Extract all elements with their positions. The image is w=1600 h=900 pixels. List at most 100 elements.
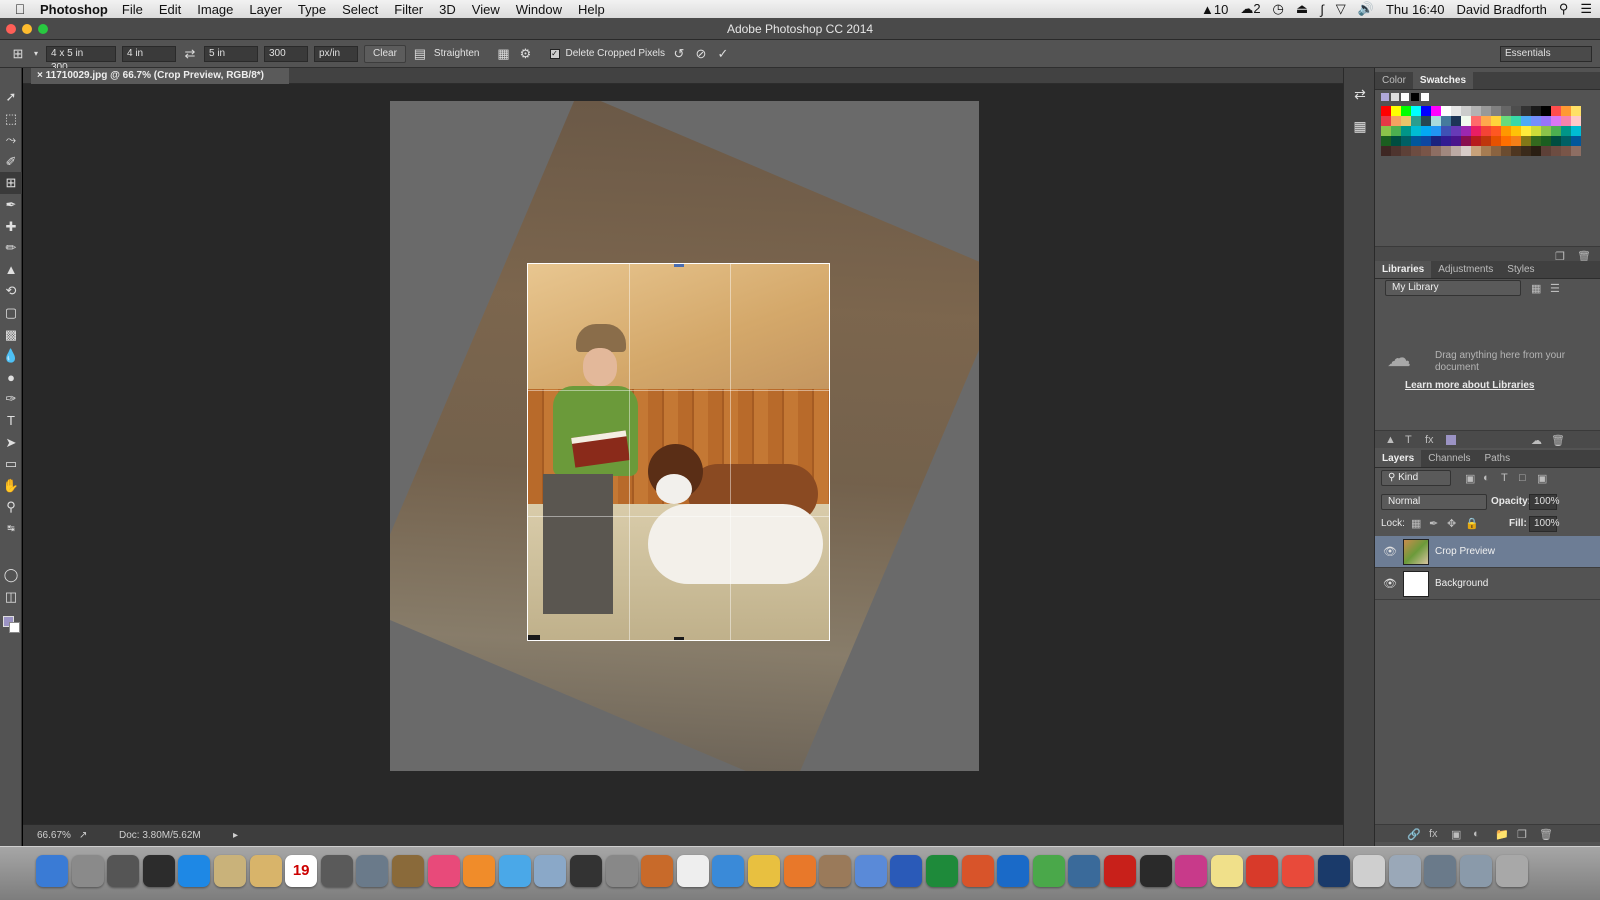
color-swatch[interactable] [1481, 126, 1491, 136]
color-swatch[interactable] [1521, 146, 1531, 156]
color-swatch[interactable] [1411, 146, 1421, 156]
commit-crop-icon[interactable]: ✓ [715, 46, 731, 62]
dock-icon-app-store[interactable] [178, 855, 211, 887]
pen-tool-icon[interactable]: ✑ [0, 388, 22, 410]
color-swatch[interactable] [1401, 116, 1411, 126]
dock-icon-trash[interactable] [1495, 855, 1528, 887]
color-swatch[interactable] [1441, 136, 1451, 146]
layer-row-background[interactable]: 👁 Background [1375, 568, 1600, 600]
quick-mask-icon[interactable]: ◯ [0, 564, 22, 586]
color-swatch[interactable] [1431, 136, 1441, 146]
clear-button[interactable]: Clear [364, 44, 406, 63]
color-swatch[interactable] [1561, 126, 1571, 136]
color-swatch[interactable] [1421, 126, 1431, 136]
color-swatch[interactable] [1511, 136, 1521, 146]
color-swatch[interactable] [1411, 106, 1421, 116]
marquee-tool-icon[interactable]: ⬚ [0, 108, 22, 130]
cancel-crop-icon[interactable]: ⊘ [693, 46, 709, 62]
delete-layer-icon[interactable]: 🗑 [1539, 828, 1553, 841]
color-swatch[interactable] [1421, 146, 1431, 156]
color-swatch[interactable] [1451, 126, 1461, 136]
healing-brush-tool-icon[interactable]: ✚ [0, 216, 22, 238]
dock-icon-finder[interactable] [36, 855, 68, 887]
color-swatch[interactable] [1451, 146, 1461, 156]
crop-tool-preset-icon[interactable]: ⊞ [10, 46, 26, 62]
color-swatch[interactable] [1551, 106, 1561, 116]
add-graphic-icon[interactable]: ▲ [1385, 434, 1396, 446]
background-color-swatch[interactable] [9, 622, 20, 633]
color-swatch[interactable] [1431, 106, 1441, 116]
opacity-input[interactable]: 100% [1529, 494, 1560, 510]
lasso-tool-icon[interactable]: ⤳ [0, 129, 22, 151]
crop-preset-select[interactable]: 4 x 5 in 300... [46, 45, 116, 73]
dock-icon-powerpoint[interactable] [961, 855, 994, 887]
cloud-sync-icon[interactable]: ☁ [1531, 434, 1542, 447]
dock-icon-contacts[interactable] [249, 855, 282, 887]
color-swatch[interactable] [1541, 146, 1551, 156]
dock-icon-time-machine[interactable] [570, 855, 602, 887]
screen-mode-icon[interactable]: ◫ [0, 586, 22, 608]
color-swatch[interactable] [1571, 146, 1581, 156]
color-swatch[interactable] [1381, 126, 1391, 136]
tab-swatches[interactable]: Swatches [1412, 72, 1474, 89]
dock-icon-photo-booth[interactable] [320, 855, 353, 887]
color-swatch[interactable] [1571, 106, 1581, 116]
layer-row-crop-preview[interactable]: 👁 Crop Preview [1375, 536, 1600, 568]
brush-tool-icon[interactable]: ✏ [0, 237, 22, 259]
visibility-eye-icon[interactable]: 👁 [1383, 545, 1397, 559]
crop-tool-icon[interactable]: ⊞ [0, 172, 22, 194]
filter-adjustment-icon[interactable]: ◐ [1483, 472, 1490, 484]
crop-height-input[interactable]: 5 in [204, 45, 258, 62]
color-swatch[interactable] [1441, 116, 1451, 126]
color-swatch[interactable] [1551, 146, 1561, 156]
color-swatch[interactable] [1441, 106, 1451, 116]
color-swatch[interactable] [1541, 126, 1551, 136]
menu-file[interactable]: File [122, 2, 143, 17]
color-swatch[interactable] [1481, 116, 1491, 126]
lock-position-icon[interactable]: ✥ [1447, 517, 1456, 530]
path-selection-tool-icon[interactable]: ➤ [0, 432, 22, 454]
color-swatch[interactable] [1531, 126, 1541, 136]
straighten-icon[interactable]: ▤ [412, 46, 428, 62]
color-swatch[interactable] [1451, 116, 1461, 126]
color-swatch[interactable] [1511, 146, 1521, 156]
dock-icon-system-preferences[interactable] [605, 855, 638, 887]
color-swatch[interactable] [1481, 146, 1491, 156]
color-swatch[interactable] [1421, 116, 1431, 126]
color-swatch[interactable] [1501, 146, 1511, 156]
learn-more-libraries-link[interactable]: Learn more about Libraries [1405, 380, 1534, 391]
color-swatch[interactable] [1561, 106, 1571, 116]
color-swatch[interactable] [1511, 106, 1521, 116]
crop-handle-top[interactable] [674, 264, 684, 267]
preset-dropdown-icon[interactable]: ▾ [32, 46, 40, 62]
crop-settings-gear-icon[interactable]: ⚙ [518, 46, 534, 62]
link-layers-icon[interactable]: 🔗 [1407, 828, 1421, 841]
workspace-select[interactable]: Essentials [1500, 45, 1592, 62]
color-swatch[interactable] [1501, 106, 1511, 116]
user-name[interactable]: David Bradforth [1456, 2, 1546, 17]
volume-icon[interactable]: 🔊 [1358, 1, 1374, 17]
document-canvas[interactable] [390, 101, 979, 771]
color-swatch[interactable] [1551, 126, 1561, 136]
lock-pixels-icon[interactable]: ✒ [1429, 517, 1438, 530]
color-swatch[interactable] [1431, 146, 1441, 156]
dock-icon-numbers[interactable] [676, 855, 709, 887]
filter-shape-icon[interactable]: □ [1519, 472, 1526, 484]
dock-icon-calendar[interactable]: 19 [285, 855, 318, 887]
dock-icon-photo[interactable] [534, 855, 567, 887]
menu-type[interactable]: Type [298, 2, 326, 17]
color-swatch[interactable] [1391, 116, 1401, 126]
layer-style-icon[interactable]: fx [1429, 828, 1438, 840]
filter-pixel-icon[interactable]: ▣ [1465, 472, 1475, 485]
dock-icon-documents[interactable] [1353, 855, 1386, 887]
wifi-icon[interactable]: ▽ [1336, 1, 1346, 17]
color-swatch[interactable] [1471, 126, 1481, 136]
color-swatch[interactable] [1571, 126, 1581, 136]
color-swatch[interactable] [1421, 106, 1431, 116]
crop-width-input[interactable]: 4 in [122, 45, 176, 62]
color-swatch[interactable] [1461, 106, 1471, 116]
color-swatch[interactable] [1531, 146, 1541, 156]
delete-library-item-icon[interactable]: 🗑 [1551, 434, 1565, 447]
color-swatch[interactable] [1441, 146, 1451, 156]
lock-all-icon[interactable]: 🔒 [1465, 517, 1479, 530]
